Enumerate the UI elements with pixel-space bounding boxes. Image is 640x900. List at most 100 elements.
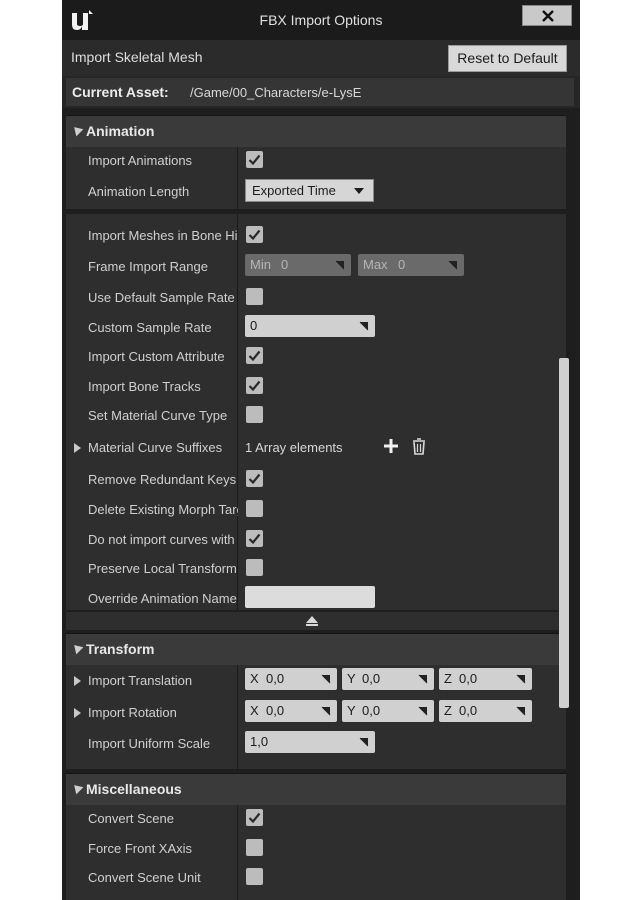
- delete-existing-morph-targets-checkbox[interactable]: [246, 500, 263, 517]
- rotation-x-field[interactable]: X 0,0: [245, 700, 337, 722]
- field-value: 0: [281, 257, 289, 272]
- field-value: 1,0: [250, 734, 269, 749]
- property-label: Custom Sample Rate: [88, 320, 212, 335]
- checkmark-icon: [248, 229, 261, 241]
- convert-scene-checkbox[interactable]: [246, 809, 263, 826]
- frame-range-min-field[interactable]: Min 0: [245, 254, 351, 276]
- checkmark-icon: [248, 154, 261, 166]
- close-button[interactable]: [522, 5, 572, 26]
- uniform-scale-field[interactable]: 1,0: [245, 731, 375, 753]
- close-icon: [542, 10, 554, 22]
- collapse-bar: [306, 624, 318, 626]
- field-axis-label: Y: [347, 703, 356, 718]
- row-preserve-local-transform: Preserve Local Transform: [66, 555, 566, 583]
- property-label: Import Rotation: [88, 705, 177, 720]
- dropdown-arrow-icon: [354, 188, 364, 194]
- animation-group-advanced: Import Meshes in Bone Hierarchy Frame Im…: [66, 214, 566, 610]
- override-animation-name-input[interactable]: [245, 586, 375, 608]
- row-set-material-curve-type: Set Material Curve Type: [66, 402, 566, 430]
- section-miscellaneous-header[interactable]: Miscellaneous: [66, 773, 566, 806]
- reset-to-default-button[interactable]: Reset to Default: [448, 45, 567, 72]
- current-asset-label: Current Asset:: [72, 84, 169, 100]
- row-remove-redundant-keys: Remove Redundant Keys: [66, 466, 566, 494]
- resize-grip-icon: [418, 706, 428, 716]
- translation-z-field[interactable]: Z 0,0: [439, 668, 532, 690]
- translation-x-field[interactable]: X 0,0: [245, 668, 337, 690]
- rotation-y-field[interactable]: Y 0,0: [342, 700, 434, 722]
- import-custom-attribute-checkbox[interactable]: [246, 347, 263, 364]
- section-title: Transform: [86, 641, 155, 657]
- row-convert-scene: Convert Scene: [66, 805, 566, 833]
- property-label: Import Animations: [88, 153, 193, 168]
- field-value: 0,0: [266, 671, 285, 686]
- force-front-xaxis-checkbox[interactable]: [246, 839, 263, 856]
- section-animation-header[interactable]: Animation: [66, 115, 566, 148]
- vertical-scrollbar[interactable]: [559, 358, 569, 708]
- row-do-not-import-curves: Do not import curves with only 0 values: [66, 526, 566, 554]
- add-element-icon[interactable]: [382, 437, 400, 455]
- row-custom-sample-rate: Custom Sample Rate 0: [66, 314, 566, 342]
- animation-group-top: Import Animations Animation Length Expor…: [66, 147, 566, 209]
- current-asset-path: /Game/00_Characters/e-LysE: [190, 85, 362, 100]
- animation-length-dropdown[interactable]: Exported Time: [245, 179, 374, 202]
- property-label: Delete Existing Morph Target Curves: [88, 502, 238, 517]
- rotation-z-field[interactable]: Z 0,0: [439, 700, 532, 722]
- collapse-arrow-icon: [70, 641, 84, 655]
- collapse-arrow-icon: [70, 123, 84, 137]
- checkmark-icon: [248, 812, 261, 824]
- collapse-advanced-button[interactable]: [66, 612, 566, 630]
- field-axis-label: Y: [347, 671, 356, 686]
- use-default-sample-rate-checkbox[interactable]: [246, 288, 263, 305]
- property-label: Remove Redundant Keys: [88, 472, 237, 487]
- remove-redundant-keys-checkbox[interactable]: [246, 470, 263, 487]
- row-convert-scene-unit: Convert Scene Unit: [66, 864, 566, 892]
- resize-grip-icon: [448, 260, 458, 270]
- section-transform-header[interactable]: Transform: [66, 633, 566, 666]
- expand-arrow-icon[interactable]: [74, 708, 81, 718]
- resize-grip-icon: [359, 737, 369, 747]
- import-meshes-bone-hierarchy-checkbox[interactable]: [246, 226, 263, 243]
- import-bone-tracks-checkbox[interactable]: [246, 377, 263, 394]
- row-import-custom-attribute: Import Custom Attribute: [66, 343, 566, 371]
- field-value: 0,0: [266, 703, 285, 718]
- dialog-header: Import Skeletal Mesh Reset to Default: [62, 40, 580, 76]
- property-label: Do not import curves with only 0 values: [88, 532, 238, 547]
- row-import-meshes-bone-hierarchy: Import Meshes in Bone Hierarchy: [66, 222, 566, 250]
- property-label: Convert Scene Unit: [88, 870, 201, 885]
- import-type-title: Import Skeletal Mesh: [71, 49, 203, 65]
- field-axis-label: X: [250, 671, 259, 686]
- row-animation-length: Animation Length Exported Time: [66, 178, 566, 206]
- convert-scene-unit-checkbox[interactable]: [246, 868, 263, 885]
- field-value: 0,0: [362, 671, 381, 686]
- set-material-curve-type-checkbox[interactable]: [246, 406, 263, 423]
- row-import-animations: Import Animations: [66, 147, 566, 175]
- do-not-import-curves-checkbox[interactable]: [246, 530, 263, 547]
- translation-y-field[interactable]: Y 0,0: [342, 668, 434, 690]
- row-import-translation: Import Translation X 0,0 Y 0,0 Z 0,0: [66, 667, 566, 695]
- expand-arrow-icon[interactable]: [74, 676, 81, 686]
- preserve-local-transform-checkbox[interactable]: [246, 559, 263, 576]
- import-animations-checkbox[interactable]: [246, 151, 263, 168]
- row-import-bone-tracks: Import Bone Tracks: [66, 373, 566, 401]
- field-value: 0,0: [362, 703, 381, 718]
- row-import-uniform-scale: Import Uniform Scale 1,0: [66, 730, 566, 758]
- delete-elements-icon[interactable]: [412, 438, 426, 455]
- resize-grip-icon: [321, 674, 331, 684]
- checkmark-icon: [248, 533, 261, 545]
- property-label: Set Material Curve Type: [88, 408, 228, 423]
- field-axis-label: Z: [444, 703, 452, 718]
- property-label: Material Curve Suffixes: [88, 440, 223, 455]
- resize-grip-icon: [321, 706, 331, 716]
- resize-grip-icon: [335, 260, 345, 270]
- row-delete-existing-morph-targets: Delete Existing Morph Target Curves: [66, 496, 566, 524]
- resize-grip-icon: [516, 674, 526, 684]
- property-label: Import Uniform Scale: [88, 736, 211, 751]
- title-bar[interactable]: FBX Import Options: [62, 0, 580, 40]
- resize-grip-icon: [516, 706, 526, 716]
- row-material-curve-suffixes: Material Curve Suffixes 1 Array elements: [66, 434, 566, 462]
- expand-arrow-icon[interactable]: [74, 443, 81, 453]
- window-title: FBX Import Options: [259, 12, 383, 28]
- frame-range-max-field[interactable]: Max 0: [358, 254, 464, 276]
- resize-grip-icon: [359, 321, 369, 331]
- custom-sample-rate-field[interactable]: 0: [245, 315, 375, 337]
